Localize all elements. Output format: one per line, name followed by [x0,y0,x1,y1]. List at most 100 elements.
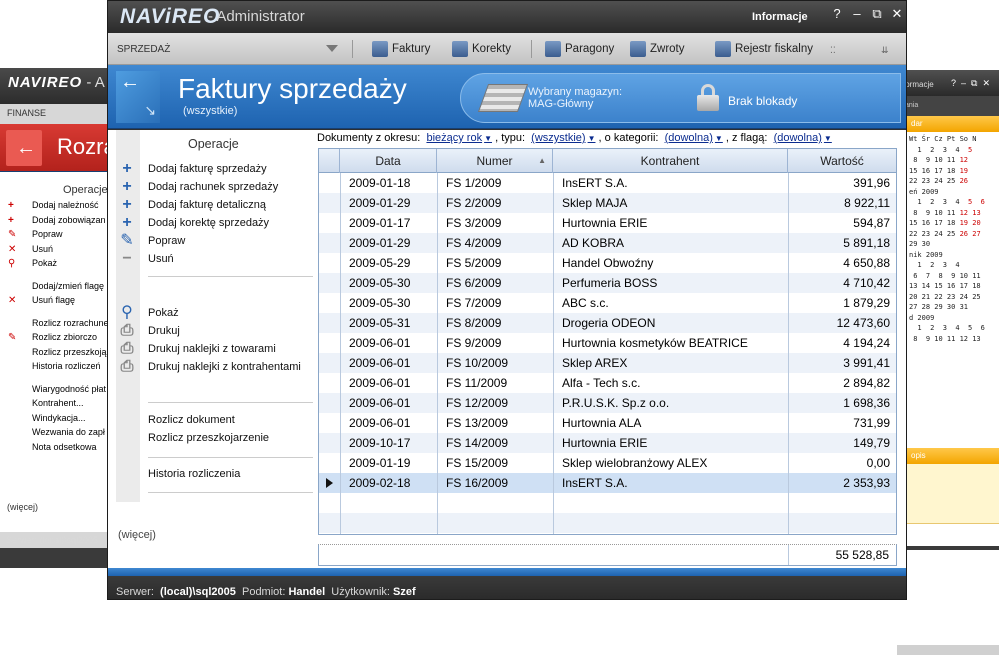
add-icon[interactable]: + [118,179,136,196]
background-window-finanse[interactable]: NAVIREO - A FINANSE ← Rozra Operacje + Do… [0,68,116,568]
lock-icon[interactable] [697,84,719,112]
menu-zwroty[interactable]: Zwroty [630,41,685,57]
op-print[interactable]: Drukuj [148,325,180,337]
lock-status[interactable]: Brak blokady [728,94,797,108]
table-row[interactable]: 2009-05-30 FS 6/2009 Perfumeria BOSS 4 710,… [319,273,896,293]
menu-paragony[interactable]: Paragony [545,41,614,57]
op-settlement-history[interactable]: Historia rozliczenia [148,468,240,480]
operation-item[interactable]: Nota odsetkowa [0,442,110,457]
invoices-table[interactable]: Data Numer ▲ Kontrahent Wartość 2009-01-1… [318,148,897,535]
double-chevron-down-icon[interactable]: ⇊ [881,45,889,56]
magnifier-icon[interactable]: ⚲ [118,305,136,322]
restore-icon[interactable]: ⧉ [869,6,885,22]
table-row[interactable]: 2009-01-18 FS 1/2009 InsERT S.A. 391,96 [319,173,896,193]
warehouse-icon[interactable] [477,84,529,112]
add-icon[interactable]: + [118,197,136,214]
add-icon[interactable]: + [118,215,136,232]
printer-icon[interactable]: ⎙ [118,323,136,340]
chevron-down-icon[interactable] [326,45,338,52]
add-icon[interactable]: + [118,161,136,178]
operation-item[interactable]: Windykacja... [0,413,110,428]
table-row[interactable]: 2009-01-19 FS 15/2009 Sklep wielobranżowy … [319,453,896,473]
operation-item[interactable]: ✕ Usuń flagę [0,295,110,310]
warehouse-value[interactable]: MAG-Główny [528,98,593,110]
pencil-icon[interactable]: ✎ [118,233,136,250]
main-window[interactable]: NAViREO - Administrator Informacje ? ‒ ⧉… [107,0,907,600]
more-link[interactable]: (więcej) [118,529,156,541]
calendar-grid[interactable]: Wt Śr Cz Pt So N 1 2 3 4 5 8 9 10 11 12 … [907,132,999,344]
informacje-button[interactable]: Informacje [752,11,808,23]
op-print-contractor-labels[interactable]: Drukuj naklejki z kontrahentami [148,361,301,373]
column-header-numer[interactable]: Numer ▲ [437,149,553,173]
op-add-correction[interactable]: Dodaj korektę sprzedaży [148,217,269,229]
op-settle-compensation[interactable]: Rozlicz przeszkojarzenie [148,432,269,444]
back-arrow-icon[interactable]: ← [6,130,42,166]
printer-icon[interactable]: ⎙ [118,359,136,376]
table-row[interactable]: 2009-05-31 FS 8/2009 Drogeria ODEON 12 473,… [319,313,896,333]
op-show[interactable]: Pokaż [148,307,179,319]
op-print-product-labels[interactable]: Drukuj naklejki z towarami [148,343,276,355]
operation-item[interactable]: Rozlicz przeszkoją [0,347,110,362]
section-menu[interactable]: FINANSE [0,104,110,124]
op-settle-document[interactable]: Rozlicz dokument [148,414,235,426]
column-header-data[interactable]: Data [340,149,437,173]
operation-item[interactable]: ⚲ Pokaż [0,258,110,273]
op-add-invoice[interactable]: Dodaj fakturę sprzedaży [148,163,267,175]
operation-item[interactable]: Kontrahent... [0,398,110,413]
operation-item[interactable]: ✎ Rozlicz zbiorczo [0,332,110,347]
operation-item[interactable]: + Dodaj należność [0,200,110,215]
table-row[interactable]: 2009-01-17 FS 3/2009 Hurtownia ERIE 594,87 [319,213,896,233]
titlebar[interactable]: NAViREO - Administrator Informacje ? ‒ ⧉… [108,1,906,33]
notes-area[interactable] [907,464,999,524]
filter-bar: Dokumenty z okresu: bieżący rok ▼ , typu:… [317,132,832,144]
table-row[interactable]: 2009-06-01 FS 10/2009 Sklep AREX 3 991,41 [319,353,896,373]
operation-item[interactable]: ✎ Popraw [0,229,110,244]
column-header-kontrahent[interactable]: Kontrahent [553,149,788,173]
printer-icon[interactable]: ⎙ [118,341,136,358]
table-row[interactable]: 2009-06-01 FS 11/2009 Alfa - Tech s.c. 2 89… [319,373,896,393]
column-header-wartosc[interactable]: Wartość [788,149,896,173]
operation-item[interactable]: Historia rozliczeń [0,361,110,376]
category-filter[interactable]: (dowolna) ▼ [665,132,723,144]
dropdown-icon[interactable]: ⁚⁚ [830,45,836,56]
operation-label: Popraw [32,229,63,239]
type-filter[interactable]: (wszystkie) ▼ [531,132,595,144]
background-window-info[interactable]: formacje ?‒⧉✕ ania dar Wt Śr Cz Pt So N 1… [897,70,999,655]
more-link[interactable]: (więcej) [7,502,38,512]
operation-item[interactable]: Wiarygodność płat [0,384,110,399]
table-row[interactable]: 2009-06-01 FS 13/2009 Hurtownia ALA 731,99 [319,413,896,433]
close-icon[interactable]: ✕ [889,6,905,22]
op-add-bill[interactable]: Dodaj rachunek sprzedaży [148,181,278,193]
window-controls[interactable]: ?‒⧉✕ [951,78,995,89]
menu-korekty[interactable]: Korekty [452,41,511,57]
minimize-icon[interactable]: ‒ [849,6,865,21]
operation-item[interactable]: Wezwania do zapł [0,427,110,442]
help-icon[interactable]: ? [829,6,845,21]
table-row[interactable]: 2009-06-01 FS 12/2009 P.R.U.S.K. Sp.z o.o.… [319,393,896,413]
menu-faktury[interactable]: Faktury [372,41,430,57]
section-selector[interactable]: SPRZEDAŻ [117,44,170,55]
operation-item[interactable]: + Dodaj zobowiązan [0,215,110,230]
menu-rejestr-fiskalny[interactable]: Rejestr fiskalny [715,41,813,57]
table-row[interactable]: 2009-05-29 FS 5/2009 Handel Obwoźny 4 650,8… [319,253,896,273]
table-row[interactable]: 2009-10-17 FS 14/2009 Hurtownia ERIE 149,79 [319,433,896,453]
op-add-retail-invoice[interactable]: Dodaj fakturę detaliczną [148,199,266,211]
operation-item[interactable]: Rozlicz rozrachune [0,318,110,333]
table-row[interactable]: 2009-01-29 FS 4/2009 AD KOBRA 5 891,18 [319,233,896,253]
period-filter[interactable]: bieżący rok ▼ [426,132,492,144]
table-row[interactable]: 2009-01-29 FS 2/2009 Sklep MAJA 8 922,11 [319,193,896,213]
cell-data: 2009-01-17 [349,216,411,230]
table-row[interactable]: 2009-05-30 FS 7/2009 ABC s.c. 1 879,29 [319,293,896,313]
receipt-icon [545,41,561,57]
operation-item[interactable]: ✕ Usuń [0,244,110,259]
operation-icon: ✎ [8,229,17,240]
op-delete[interactable]: Usuń [148,253,174,265]
cell-kontrahent: Hurtownia ALA [562,416,642,430]
operation-item[interactable]: Dodaj/zmień flagę [0,281,110,296]
op-edit[interactable]: Popraw [148,235,185,247]
delete-icon[interactable]: − [118,251,136,268]
table-row[interactable]: 2009-02-18 FS 16/2009 InsERT S.A. 2 353,93 [319,473,896,493]
table-row[interactable]: 2009-06-01 FS 9/2009 Hurtownia kosmetyków … [319,333,896,353]
back-arrow-icon[interactable]: ← ↘ [116,71,160,123]
flag-filter[interactable]: (dowolna) ▼ [774,132,832,144]
